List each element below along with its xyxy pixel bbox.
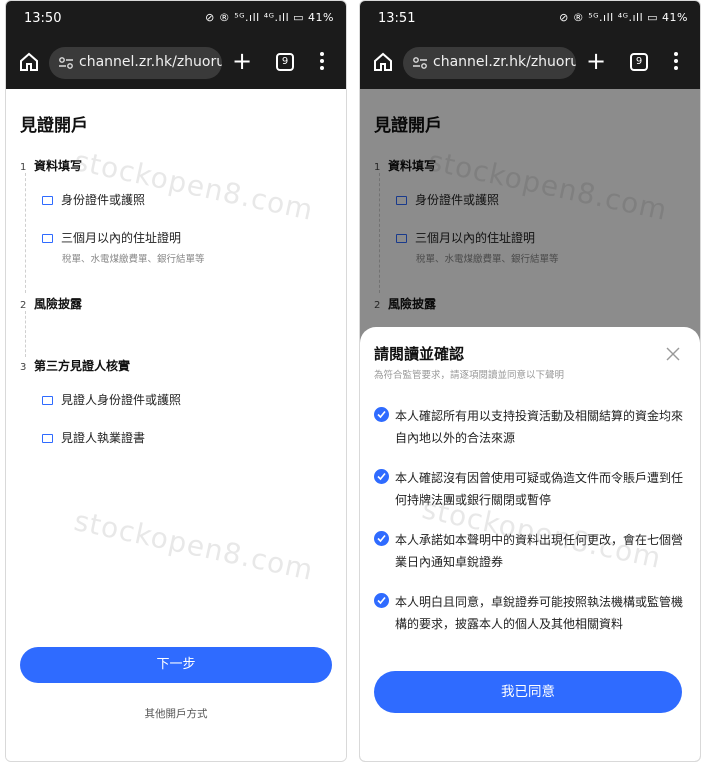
more-menu-icon[interactable] <box>320 52 324 73</box>
status-bar: 13:50 ⊘ ® ⁵ᴳ.ıll ⁴ᴳ.ıll ▭ 41% <box>6 1 346 35</box>
address-proof-hint: 稅單、水電煤繳費單、銀行結單等 <box>62 254 205 265</box>
step-connector <box>25 311 26 357</box>
home-icon[interactable] <box>372 51 394 73</box>
agree-button[interactable]: 我已同意 <box>374 671 682 713</box>
document-icon <box>42 234 53 243</box>
watermark: stockopen8.com <box>71 504 317 587</box>
site-settings-icon[interactable] <box>412 55 428 71</box>
new-tab-icon[interactable]: + <box>586 49 606 73</box>
item-address-proof[interactable]: 三個月以內的住址證明 <box>42 229 181 246</box>
url-text: channel.zr.hk/zhuorui_\ <box>79 54 222 70</box>
url-bar[interactable]: channel.zr.hk/zhuorui_\ <box>403 47 576 79</box>
status-bar: 13:51 ⊘ ® ⁵ᴳ.ıll ⁴ᴳ.ıll ▭ 41% <box>360 1 700 35</box>
status-time: 13:50 <box>24 11 62 26</box>
checkmark-icon[interactable] <box>374 531 389 546</box>
declaration-text: 本人明白且同意，卓銳證券可能按照執法機構或監管機構的要求，披露本人的個人及其他相… <box>395 595 684 631</box>
site-settings-icon[interactable] <box>58 55 74 71</box>
browser-toolbar: channel.zr.hk/zhuorui_\ + 9 <box>360 35 700 89</box>
sheet-subtitle: 為符合監管要求，請逐項閱讀並同意以下聲明 <box>374 370 565 381</box>
checkmark-icon[interactable] <box>374 469 389 484</box>
tab-count: 9 <box>281 56 289 67</box>
checkmark-icon[interactable] <box>374 593 389 608</box>
sheet-title: 請閱讀並確認 <box>374 345 465 363</box>
declaration-text: 本人確認所有用以支持投資活動及相關結算的資金均來自內地以外的合法來源 <box>395 409 684 445</box>
item-id-document[interactable]: 身份證件或護照 <box>42 191 145 208</box>
url-bar[interactable]: channel.zr.hk/zhuorui_\ <box>49 47 222 79</box>
other-methods-link[interactable]: 其他開戶方式 <box>6 706 346 721</box>
status-icons: ⊘ ® ⁵ᴳ.ıll ⁴ᴳ.ıll ▭ 41% <box>205 11 334 24</box>
id-card-icon <box>42 396 53 405</box>
step-connector <box>25 173 26 293</box>
tab-switcher-icon[interactable]: 9 <box>276 53 294 71</box>
url-text: channel.zr.hk/zhuorui_\ <box>433 54 576 70</box>
page-content: 見證開戶 1 資料填写 身份證件或護照 三個月以內的住址證明 稅單、水電煤繳費單、… <box>6 89 346 761</box>
watermark: stockopen8.com <box>71 144 317 227</box>
page-title: 見證開戶 <box>20 116 88 136</box>
left-phone-screen: 13:50 ⊘ ® ⁵ᴳ.ıll ⁴ᴳ.ıll ▭ 41% channel.zr… <box>5 0 347 762</box>
tab-switcher-icon[interactable]: 9 <box>630 53 648 71</box>
item-witness-id[interactable]: 見證人身份證件或護照 <box>42 391 181 408</box>
browser-toolbar: channel.zr.hk/zhuorui_\ + 9 <box>6 35 346 89</box>
home-icon[interactable] <box>18 51 40 73</box>
certificate-icon <box>42 434 53 443</box>
step-2: 2 風險披露 <box>20 297 83 311</box>
status-time: 13:51 <box>378 11 416 26</box>
confirm-sheet: 請閱讀並確認 為符合監管要求，請逐項閱讀並同意以下聲明 本人確認所有用以支持投資… <box>360 327 700 761</box>
step-3: 3 第三方見證人核實 <box>20 359 131 373</box>
id-card-icon <box>42 196 53 205</box>
checkmark-icon[interactable] <box>374 407 389 422</box>
more-menu-icon[interactable] <box>674 52 678 73</box>
close-icon[interactable] <box>666 347 680 361</box>
new-tab-icon[interactable]: + <box>232 49 252 73</box>
item-witness-certificate[interactable]: 見證人執業證書 <box>42 429 145 446</box>
status-icons: ⊘ ® ⁵ᴳ.ıll ⁴ᴳ.ıll ▭ 41% <box>559 11 688 24</box>
tab-count: 9 <box>635 56 643 67</box>
right-phone-screen: 13:51 ⊘ ® ⁵ᴳ.ıll ⁴ᴳ.ıll ▭ 41% channel.zr… <box>359 0 701 762</box>
next-button[interactable]: 下一步 <box>20 647 332 683</box>
